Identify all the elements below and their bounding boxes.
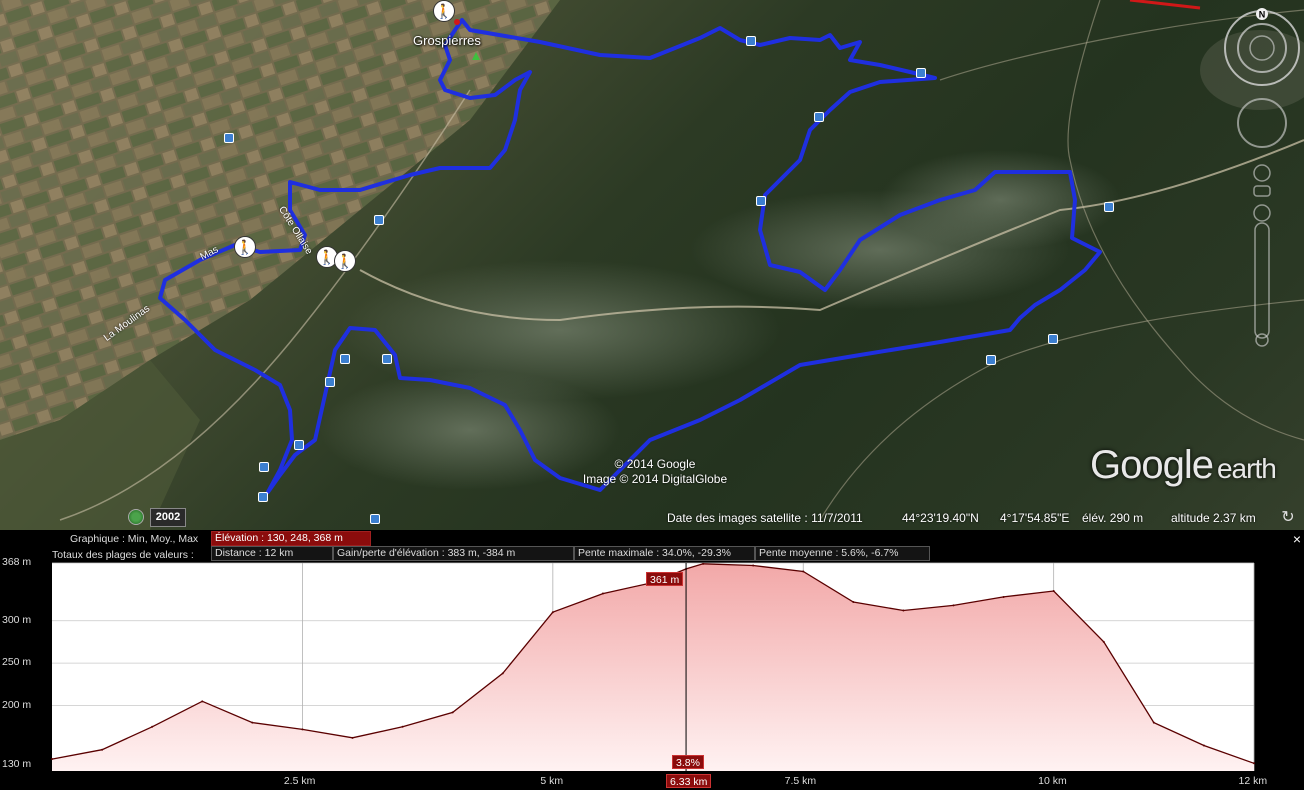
data-point	[51, 758, 53, 761]
poi-marker-icon[interactable]	[340, 354, 350, 364]
poi-marker-icon[interactable]	[224, 133, 234, 143]
poi-marker-icon[interactable]	[986, 355, 996, 365]
data-point	[601, 592, 604, 595]
map-view[interactable]: Grospierres Mas Côte Ollaise La Moulinas…	[0, 0, 1304, 530]
data-point	[201, 700, 204, 703]
poi-marker-icon[interactable]	[916, 68, 926, 78]
logo-google: Google	[1090, 443, 1214, 487]
cursor-distance-tag: 6.33 km	[666, 774, 712, 788]
google-earth-window: Grospierres Mas Côte Ollaise La Moulinas…	[0, 0, 1304, 790]
data-point	[351, 736, 354, 739]
map-copyright: © 2014 Google Image © 2014 DigitalGlobe	[575, 457, 735, 487]
data-point	[702, 562, 705, 565]
data-point	[501, 672, 504, 675]
elevation-profile-panel: × Graphique : Min, Moy., Max Élévation :…	[0, 530, 1304, 790]
data-point	[551, 611, 554, 614]
navigation-controls[interactable]: N	[1222, 8, 1300, 348]
cursor-slope-tag: 3.8%	[672, 755, 704, 769]
data-point	[151, 725, 154, 728]
data-point	[1253, 762, 1255, 765]
copyright-google: © 2014 Google	[614, 457, 696, 471]
poi-marker-icon[interactable]	[325, 377, 335, 387]
map-status-bar: Date des images satellite : 11/7/2011 44…	[0, 508, 1304, 530]
longitude-readout: 4°17'54.85"E	[1000, 511, 1070, 525]
hiker-icon[interactable]: 🚶	[234, 236, 256, 258]
altitude-readout: altitude 2.37 km	[1171, 511, 1256, 525]
data-point	[401, 725, 404, 728]
data-point	[1152, 721, 1155, 724]
latitude-readout: 44°23'19.40"N	[902, 511, 979, 525]
poi-marker-icon[interactable]	[382, 354, 392, 364]
data-point	[101, 748, 104, 751]
elevation-readout: élév. 290 m	[1082, 511, 1144, 525]
cursor-elevation-tag: 361 m	[646, 572, 684, 586]
data-point	[752, 564, 755, 567]
poi-marker-icon[interactable]	[746, 36, 756, 46]
logo-earth: earth	[1216, 453, 1277, 484]
data-point	[802, 570, 805, 573]
town-label: Grospierres	[413, 33, 481, 48]
refresh-icon[interactable]: ↻	[1279, 509, 1297, 527]
poi-marker-icon[interactable]	[374, 215, 384, 225]
hiker-icon[interactable]: 🚶	[334, 250, 356, 272]
hiker-icon[interactable]: 🚶	[433, 0, 455, 22]
data-point	[1002, 595, 1005, 598]
google-earth-logo: Google earth	[1090, 443, 1277, 488]
elevation-chart[interactable]	[0, 530, 1304, 790]
data-point	[902, 609, 905, 612]
poi-marker-icon[interactable]	[259, 462, 269, 472]
data-point	[1052, 590, 1055, 593]
poi-marker-icon[interactable]	[294, 440, 304, 450]
copyright-imagery: Image © 2014 DigitalGlobe	[582, 472, 728, 486]
poi-marker-icon[interactable]	[814, 112, 824, 122]
data-point	[1102, 640, 1105, 643]
poi-marker-icon[interactable]	[756, 196, 766, 206]
poi-marker-icon[interactable]	[258, 492, 268, 502]
compass-north-letter: N	[1259, 10, 1266, 20]
data-point	[451, 711, 454, 714]
data-point	[1202, 744, 1205, 747]
data-point	[952, 604, 955, 607]
data-point	[852, 601, 855, 604]
poi-marker-icon[interactable]	[1104, 202, 1114, 212]
imagery-date: Date des images satellite : 11/7/2011	[667, 511, 863, 525]
data-point	[301, 728, 304, 731]
poi-marker-icon[interactable]	[1048, 334, 1058, 344]
data-point	[251, 721, 254, 724]
